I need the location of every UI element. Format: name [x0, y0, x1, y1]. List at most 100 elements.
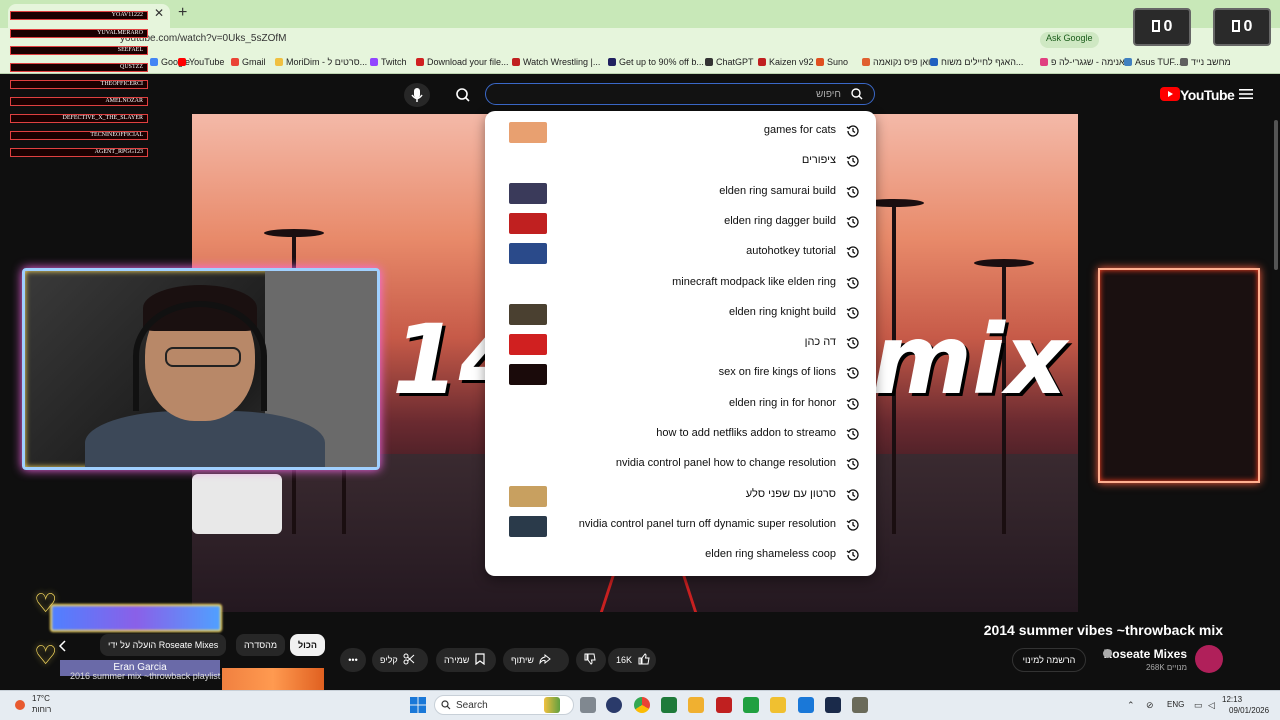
bookmark-item[interactable]: אנימה - שגגרי-לה פ...	[1040, 57, 1132, 67]
close-tab-icon[interactable]: ✕	[154, 6, 164, 20]
bookmark-item[interactable]: MoriDim - סרטים ל...	[275, 57, 367, 67]
display-icon[interactable]: ▭	[1194, 700, 1203, 711]
weather-icon[interactable]	[12, 697, 28, 713]
taskbar-widget-icon[interactable]	[544, 697, 560, 713]
network-icon[interactable]: ⊘	[1146, 700, 1154, 711]
tray-chevron-up-icon[interactable]: ⌃	[1127, 700, 1135, 711]
like-button[interactable]: 16K	[608, 648, 656, 672]
search-suggestion-item[interactable]: autohotkey tutorial	[485, 238, 876, 268]
bookmark-item[interactable]: Twitch	[370, 57, 407, 67]
bookmark-favicon-icon	[608, 58, 616, 66]
hamburger-menu-icon[interactable]	[1239, 88, 1253, 100]
app-icon[interactable]	[852, 697, 868, 713]
clock-time[interactable]: 12:13	[1222, 695, 1242, 704]
search-suggestion-item[interactable]: how to add netfliks addon to streamo	[485, 420, 876, 450]
bookmark-item[interactable]: Kaizen v92	[758, 57, 814, 67]
bookmark-favicon-icon	[512, 58, 520, 66]
bookmark-favicon-icon	[178, 58, 186, 66]
save-button[interactable]: שמירה	[436, 648, 496, 672]
suggestion-text: דה כהן	[804, 336, 836, 349]
suggestion-text: elden ring samurai build	[719, 184, 836, 197]
store-icon[interactable]	[688, 697, 704, 713]
youtube-logo-icon[interactable]	[1160, 87, 1180, 101]
bookmark-item[interactable]: וואן פיס נקואמה	[862, 57, 933, 67]
search-suggestion-item[interactable]: nvidia control panel turn off dynamic su…	[485, 511, 876, 541]
windows-start-icon[interactable]	[410, 697, 426, 713]
voice-search-button[interactable]	[404, 83, 430, 107]
dislike-button[interactable]	[576, 648, 606, 672]
search-suggestion-item[interactable]: elden ring dagger build	[485, 208, 876, 238]
search-suggestion-item[interactable]: minecraft modpack like elden ring	[485, 269, 876, 299]
channel-name[interactable]: Roseate Mixes	[1104, 647, 1187, 661]
bookmark-label: Download your file...	[427, 57, 509, 67]
palm-frond	[974, 259, 1034, 267]
weather-temperature[interactable]: 17°C	[32, 694, 50, 703]
suggestion-thumbnail	[509, 334, 547, 356]
outlook-icon[interactable]	[798, 697, 814, 713]
search-suggestion-item[interactable]: games for cats	[485, 117, 876, 147]
ask-google-button[interactable]: Ask Google	[1040, 32, 1099, 48]
more-actions-button[interactable]: •••	[340, 648, 366, 672]
bookmark-item[interactable]: Gmail	[231, 57, 266, 67]
bookmark-label: YouTube	[189, 57, 225, 67]
clock-date[interactable]: 09/01/2026	[1229, 706, 1269, 715]
bookmark-favicon-icon	[1124, 58, 1132, 66]
suggestion-thumbnail	[509, 515, 547, 537]
language-indicator[interactable]: ENG	[1167, 700, 1184, 709]
chevron-left-icon[interactable]	[58, 640, 68, 652]
channel-avatar[interactable]	[1195, 645, 1223, 673]
overlay-chat-row: YOAV11222	[10, 11, 148, 20]
bookmark-label: Watch Wrestling |...	[523, 57, 601, 67]
chip-from-series[interactable]: מהסדרה	[236, 634, 286, 656]
like-count: 16K	[616, 655, 633, 665]
chip-all[interactable]: הכול	[290, 634, 325, 656]
share-icon	[539, 653, 552, 665]
excel-icon[interactable]	[661, 697, 677, 713]
history-icon	[846, 337, 859, 349]
new-tab-button[interactable]: +	[178, 4, 187, 22]
search-suggestion-item[interactable]: sex on fire kings of lions	[485, 359, 876, 389]
overlay-chat-row: AGENT_RPGG123	[10, 148, 148, 157]
share-label: שיתוף	[511, 655, 534, 665]
search-suggestion-item[interactable]: ציפורים	[485, 147, 876, 177]
speed-app-icon[interactable]	[606, 697, 622, 713]
search-suggestion-item[interactable]: nvidia control panel how to change resol…	[485, 450, 876, 480]
media-icon[interactable]	[743, 697, 759, 713]
channel-subscribers: 268K מנויים	[1145, 663, 1187, 672]
search-suggestion-item[interactable]: elden ring knight build	[485, 299, 876, 329]
search-suggestion-item[interactable]: דה כהן	[485, 329, 876, 359]
bookmark-item[interactable]: ChatGPT	[705, 57, 754, 67]
chrome-icon[interactable]	[634, 697, 650, 713]
steam-icon[interactable]	[825, 697, 841, 713]
youtube-logo-text[interactable]: YouTube	[1180, 87, 1235, 103]
share-button[interactable]: שיתוף	[503, 648, 569, 672]
scrollbar-thumb[interactable]	[1274, 120, 1278, 270]
task-view-icon[interactable]	[580, 697, 596, 713]
chip-uploaded-by[interactable]: הועלה על ידי Roseate Mixes	[100, 634, 227, 656]
clip-button[interactable]: קליפ	[372, 648, 428, 672]
bookmark-item[interactable]: YouTube	[178, 57, 224, 67]
suggestion-thumbnail	[509, 122, 547, 143]
suggestion-text: elden ring shameless coop	[705, 548, 836, 561]
volume-icon[interactable]: ◁	[1208, 700, 1215, 711]
search-button[interactable]	[447, 83, 479, 107]
subscribe-button[interactable]: הרשמה למינוי	[1012, 648, 1086, 672]
bookmark-item[interactable]: Download your file...	[416, 57, 509, 67]
search-suggestion-item[interactable]: סרטון עם שפני סלע	[485, 481, 876, 511]
playlist-thumbnail[interactable]	[222, 668, 324, 690]
suggestion-text: elden ring knight build	[728, 305, 836, 318]
bookmark-item[interactable]: מחשב נייד	[1180, 57, 1231, 67]
verified-badge-icon	[1103, 649, 1112, 658]
bookmark-item[interactable]: Get up to 90% off b...	[608, 57, 704, 67]
weather-condition[interactable]: רוחות	[32, 705, 51, 714]
search-suggestion-item[interactable]: elden ring shameless coop	[485, 541, 876, 571]
bookmark-item[interactable]: האגף לחיילים משוח...	[930, 57, 1023, 67]
bookmark-item[interactable]: Asus TUF...	[1124, 57, 1181, 67]
search-suggestion-item[interactable]: elden ring samurai build	[485, 178, 876, 208]
bookmark-item[interactable]: Suno	[816, 57, 848, 67]
bookmark-label: Get up to 90% off b...	[619, 57, 704, 67]
app-icon[interactable]	[716, 697, 732, 713]
search-suggestion-item[interactable]: elden ring in for honor	[485, 390, 876, 420]
bookmark-item[interactable]: Watch Wrestling |...	[512, 57, 600, 67]
file-explorer-icon[interactable]	[770, 697, 786, 713]
